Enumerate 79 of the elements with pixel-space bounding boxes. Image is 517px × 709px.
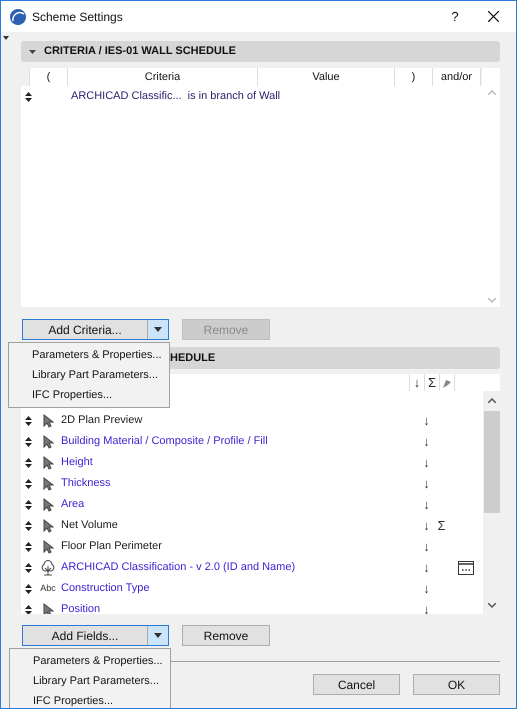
reorder-icon[interactable] xyxy=(25,92,32,102)
scrollbar-thumb[interactable] xyxy=(484,411,500,513)
sort-cell-text: ↓ xyxy=(422,538,431,556)
sort-cell-text: ↓ xyxy=(422,516,431,535)
column-header[interactable]: Value xyxy=(258,68,395,86)
close-icon xyxy=(488,11,498,22)
caret-icon xyxy=(154,327,162,332)
add-split-button[interactable]: Add Fields... xyxy=(22,625,169,646)
scroll-down-icon[interactable] xyxy=(488,603,496,608)
field-name: Floor Plan Perimeter xyxy=(61,539,163,554)
reorder-icon[interactable] xyxy=(25,542,32,552)
menu-item[interactable]: Library Part Parameters... xyxy=(10,671,170,691)
flag-icon[interactable] xyxy=(442,378,452,388)
field-name: ARCHICAD Classification - v 2.0 (ID and Name) xyxy=(61,560,296,576)
criteria-cell-text: ARCHICAD Classific... xyxy=(71,89,182,104)
app-logo-icon xyxy=(10,8,26,24)
reorder-icon[interactable] xyxy=(25,584,32,594)
dropdown-button[interactable] xyxy=(148,320,168,339)
caret-icon xyxy=(154,633,162,638)
pointer-icon xyxy=(42,518,54,532)
sort-cell-text: ↓ xyxy=(422,580,431,598)
field-name: Height xyxy=(61,455,94,470)
pointer-icon xyxy=(42,540,54,554)
dropdown-button[interactable] xyxy=(148,626,168,645)
type-label: Abc xyxy=(40,582,56,595)
collapse-icon[interactable] xyxy=(3,36,9,40)
pointer-icon xyxy=(42,414,54,428)
pointer-icon xyxy=(42,498,54,512)
expand-icon xyxy=(29,50,36,54)
menu-item[interactable]: Parameters & Properties... xyxy=(10,651,170,671)
dialog-button[interactable]: OK xyxy=(413,674,500,695)
reorder-icon[interactable] xyxy=(25,520,32,530)
help-button[interactable]: ? xyxy=(440,6,470,26)
dialog-button[interactable]: Cancel xyxy=(313,674,400,695)
field-name: Position xyxy=(61,602,102,614)
reorder-icon[interactable] xyxy=(25,458,32,468)
reorder-icon[interactable] xyxy=(25,478,32,488)
field-name: Net Volume xyxy=(61,518,119,534)
add-split-button[interactable]: Add Criteria... xyxy=(22,319,169,340)
reorder-icon[interactable] xyxy=(25,416,32,426)
menu-item[interactable]: IFC Properties... xyxy=(9,385,169,405)
total-cell-text: Σ xyxy=(436,516,447,535)
options-window-icon[interactable] xyxy=(458,560,474,574)
sort-cell-text: ↓ xyxy=(422,474,431,493)
window-title: Scheme Settings xyxy=(32,8,123,26)
reorder-icon[interactable] xyxy=(25,604,32,614)
sort-cell-text: ↓ xyxy=(422,432,431,451)
section-title: CRITERIA / IES-01 WALL SCHEDULE xyxy=(44,44,236,60)
field-name: 2D Plan Preview xyxy=(61,413,144,428)
pointer-icon xyxy=(42,602,54,614)
pointer-icon xyxy=(42,456,54,470)
remove-button[interactable]: Remove xyxy=(182,625,270,646)
field-name: Area xyxy=(61,497,86,512)
column-header[interactable]: Σ xyxy=(424,374,439,391)
operator-cell-text: is in branch of xyxy=(188,89,256,104)
field-name: Thickness xyxy=(61,476,112,492)
reorder-icon[interactable] xyxy=(25,436,32,446)
scroll-up-icon[interactable] xyxy=(488,398,496,403)
column-header[interactable]: ( xyxy=(30,68,68,86)
column-header[interactable]: Criteria xyxy=(68,68,258,86)
tree-icon xyxy=(40,560,56,576)
reorder-icon[interactable] xyxy=(25,500,32,510)
section-title: HEDULE xyxy=(170,350,216,366)
column-header[interactable]: and/or xyxy=(433,68,481,86)
sort-cell-text: ↓ xyxy=(422,496,431,514)
pointer-icon xyxy=(42,476,54,490)
sort-cell-text: ↓ xyxy=(422,454,431,472)
field-name: Building Material / Composite / Profile / Fill xyxy=(61,434,269,450)
section-header[interactable]: CRITERIA / IES-01 WALL SCHEDULE xyxy=(21,41,500,62)
column-header[interactable]: ) xyxy=(395,68,433,86)
field-name: Construction Type xyxy=(61,581,150,596)
sort-cell-text: ↓ xyxy=(422,412,431,430)
menu-item[interactable]: IFC Properties... xyxy=(10,691,170,708)
column-header[interactable]: ↓ xyxy=(409,374,424,391)
reorder-icon[interactable] xyxy=(25,562,32,572)
pointer-icon xyxy=(42,434,54,448)
sort-cell-text: ↓ xyxy=(422,558,431,577)
sort-cell-text: ↓ xyxy=(422,600,431,614)
value-cell-text: Wall xyxy=(259,89,280,104)
